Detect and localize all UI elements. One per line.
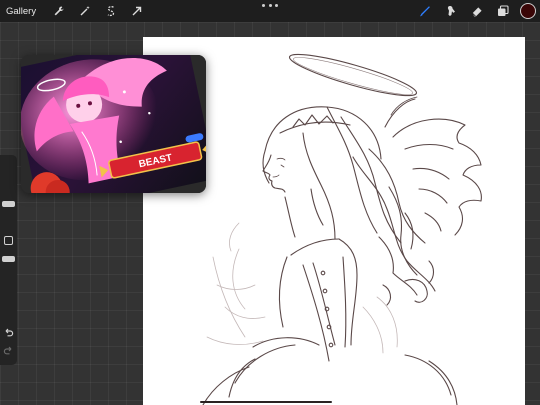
opacity-slider[interactable] — [2, 256, 15, 262]
more-actions-icon[interactable] — [262, 2, 278, 8]
eraser-icon[interactable] — [464, 0, 490, 22]
transform-arrow-icon[interactable] — [124, 0, 150, 22]
undo-icon[interactable] — [3, 327, 14, 338]
reference-window[interactable]: BEAST — [21, 55, 206, 193]
brush-icon[interactable] — [412, 0, 438, 22]
top-toolbar: Gallery — [0, 0, 540, 22]
brush-sidebar — [0, 155, 17, 365]
redo-icon[interactable] — [3, 345, 14, 356]
smudge-icon[interactable] — [438, 0, 464, 22]
selection-icon[interactable] — [98, 0, 124, 22]
reference-image: BEAST — [21, 55, 206, 193]
magic-wand-icon[interactable] — [72, 0, 98, 22]
wrench-icon[interactable] — [46, 0, 72, 22]
layers-icon[interactable] — [490, 0, 516, 22]
color-picker-swatch[interactable] — [520, 3, 536, 19]
modify-button[interactable] — [4, 236, 13, 245]
gallery-button[interactable]: Gallery — [6, 6, 36, 17]
brush-size-slider[interactable] — [2, 201, 15, 207]
